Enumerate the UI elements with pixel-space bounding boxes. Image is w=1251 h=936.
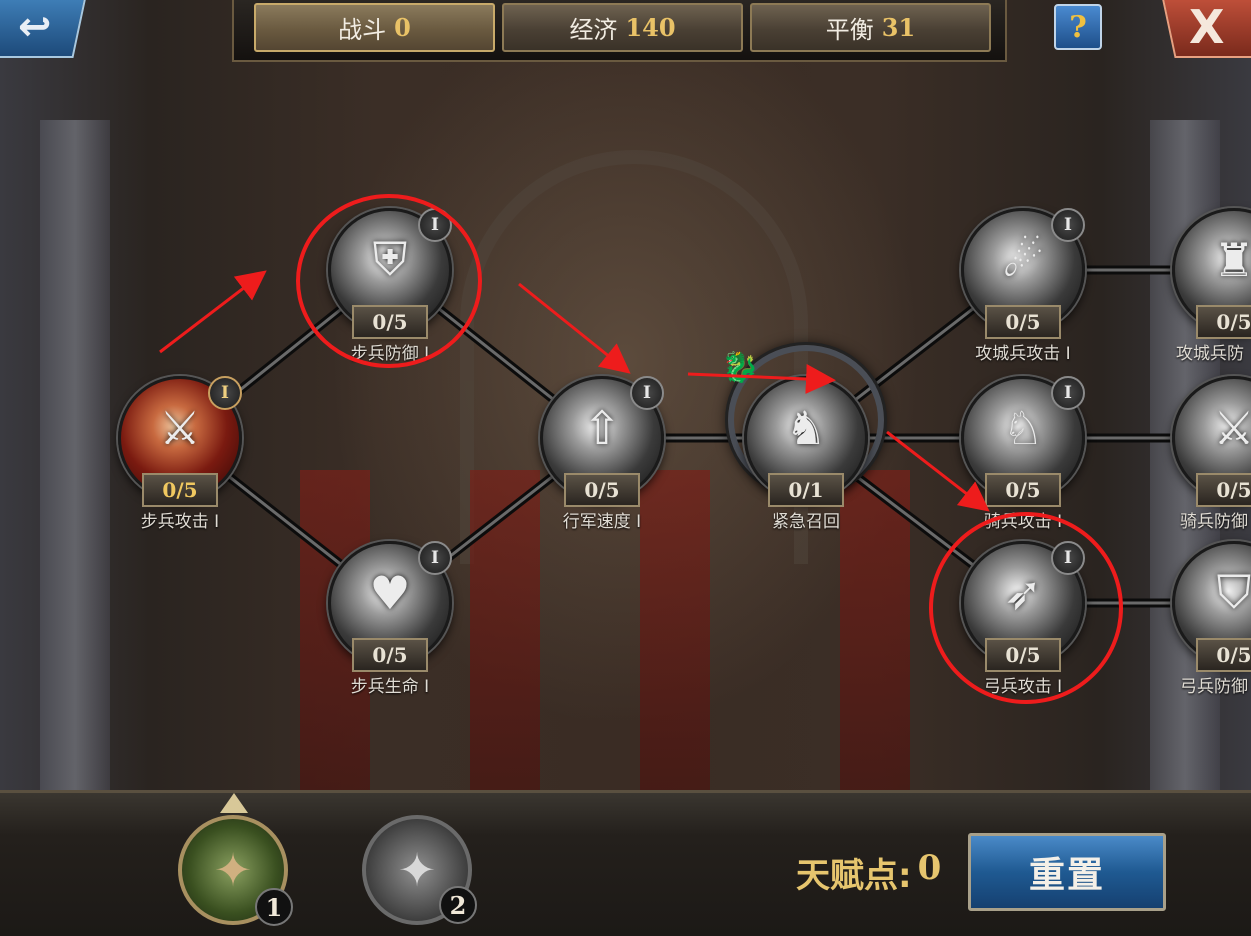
close-button[interactable]: X [1161, 0, 1251, 58]
talent-node-archer-defense[interactable]: ⛉ 0/5 弓兵防御 [1172, 541, 1251, 697]
talent-points-value: 0 [917, 848, 942, 888]
level-counter: 0/5 [985, 473, 1061, 507]
reset-button[interactable]: 重置 [968, 833, 1166, 911]
level-counter: 0/5 [1196, 473, 1251, 507]
back-arrow-icon: ↩ [18, 4, 52, 50]
level-counter: 0/5 [352, 638, 428, 672]
level-counter: 0/5 [142, 473, 218, 507]
book-icon: ✦ [397, 843, 437, 897]
level-counter: 0/5 [1196, 305, 1251, 339]
tab-value: 140 [625, 13, 676, 42]
node-label: 攻城兵攻击 I [975, 344, 1071, 364]
node-label: 行军速度 I [562, 512, 642, 532]
node-label: 步兵攻击 I [140, 512, 220, 532]
book-icon: ✦ [213, 843, 253, 897]
talent-node-march-speed[interactable]: ⇧ I 0/5 行军速度 I [540, 376, 664, 532]
tab-value: 31 [881, 13, 916, 42]
talent-points: 天赋点: 0 [796, 848, 941, 897]
level-counter: 0/5 [564, 473, 640, 507]
category-tab-bar: 战斗 0 经济 140 平衡 31 [232, 0, 1007, 62]
level-counter: 0/5 [985, 305, 1061, 339]
node-label: 步兵生命 I [350, 677, 430, 697]
close-icon: X [1189, 0, 1225, 54]
tab-combat[interactable]: 战斗 0 [254, 3, 495, 52]
tier-badge: I [630, 376, 664, 410]
annotation-circle [929, 512, 1123, 704]
node-label: 攻城兵防 [1176, 344, 1244, 364]
tab-balance[interactable]: 平衡 31 [750, 3, 991, 52]
tab-label: 战斗 [338, 16, 387, 44]
node-label: 紧急召回 [772, 512, 840, 532]
book-number-badge: 2 [439, 886, 477, 924]
annotation-circle [296, 194, 482, 368]
selected-indicator [220, 793, 248, 813]
talent-node-cavalry-defense[interactable]: ⚔ 0/5 骑兵防御 [1172, 376, 1251, 532]
tab-label: 经济 [569, 16, 618, 44]
talent-points-label: 天赋点: [796, 856, 912, 896]
talent-node-cavalry-attack[interactable]: ♘ I 0/5 骑兵攻击 I [961, 376, 1085, 532]
level-counter: 0/5 [1196, 638, 1251, 672]
level-counter: 0/1 [768, 473, 844, 507]
talent-node-siege-attack[interactable]: ☄ I 0/5 攻城兵攻击 I [961, 208, 1085, 364]
help-button[interactable]: ? [1054, 4, 1102, 50]
talent-node-siege-defense[interactable]: ♜ 0/5 攻城兵防 [1172, 208, 1251, 364]
tier-badge: I [1051, 376, 1085, 410]
back-button[interactable]: ↩ [0, 0, 87, 58]
tab-label: 平衡 [825, 16, 874, 44]
book-number-badge: 1 [255, 888, 293, 926]
node-label: 弓兵防御 [1180, 677, 1248, 697]
tab-economy[interactable]: 经济 140 [502, 3, 743, 52]
talent-node-infantry-health[interactable]: ♥ I 0/5 步兵生命 I [328, 541, 452, 697]
node-label: 骑兵防御 [1180, 512, 1248, 532]
talent-node-infantry-attack[interactable]: ⚔ I 0/5 步兵攻击 I [118, 376, 242, 532]
tier-badge: I [208, 376, 242, 410]
tab-value: 0 [394, 13, 411, 42]
tier-badge: I [1051, 208, 1085, 242]
talent-node-emergency-recall[interactable]: ♞ 0/1 紧急召回 [744, 376, 868, 532]
tier-badge: I [418, 541, 452, 575]
